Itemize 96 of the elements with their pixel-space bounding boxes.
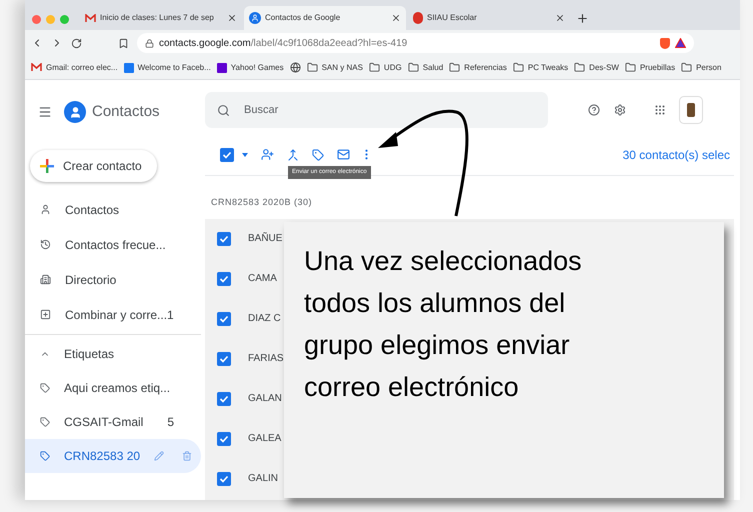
bookmark-link[interactable]: Salud — [422, 62, 444, 74]
help-icon[interactable] — [588, 104, 600, 116]
nav-item[interactable]: Contactos frecue... — [25, 227, 205, 262]
bookmark-link[interactable]: Yahoo! Games — [230, 62, 284, 74]
url-text: contacts.google.com/label/4c9f1068da2eead?hl=es-419 — [159, 36, 408, 50]
bookmark-link[interactable]: SAN y NAS — [322, 62, 363, 74]
label-icon — [40, 451, 50, 461]
reload-icon[interactable] — [71, 38, 82, 48]
bookmark-link[interactable]: Person — [696, 62, 722, 74]
label-count: 5 — [167, 414, 174, 431]
bookmark-link[interactable]: Gmail: correo elec... — [46, 62, 118, 74]
history-icon — [40, 239, 51, 250]
browser-tab[interactable]: SIIAU Escolar — [408, 6, 570, 30]
folder-icon — [574, 62, 586, 73]
create-contact-button[interactable]: Crear contacto — [30, 150, 157, 182]
check-icon — [219, 314, 229, 324]
folder-icon — [408, 62, 419, 73]
folder-icon — [681, 62, 692, 73]
checkbox[interactable] — [217, 352, 231, 366]
square-logo-icon — [124, 62, 134, 72]
label-icon — [40, 417, 50, 427]
check-icon — [219, 274, 229, 284]
contact-name: GALIN — [248, 472, 278, 486]
triangle-icon[interactable] — [675, 38, 686, 48]
new-tab-icon[interactable] — [576, 12, 589, 25]
bookmark-link[interactable]: Referencias — [464, 62, 507, 74]
app-title: Contactos — [92, 102, 160, 122]
globe-icon[interactable] — [290, 62, 301, 73]
checkbox[interactable] — [217, 272, 231, 286]
check-icon — [219, 394, 229, 404]
bookmark-link[interactable]: PC Tweaks — [528, 62, 568, 74]
close-icon[interactable] — [227, 13, 237, 23]
label-item[interactable]: Aqui creamos etiq... — [25, 371, 201, 405]
checkbox[interactable] — [217, 392, 231, 406]
lock-icon — [145, 38, 154, 48]
checkbox[interactable] — [217, 432, 231, 446]
add-person-icon[interactable] — [261, 148, 274, 161]
search-icon — [217, 104, 230, 116]
label-icon — [40, 383, 50, 393]
tab-title: Contactos de Google — [265, 12, 342, 24]
plus-icon — [40, 159, 54, 173]
close-icon[interactable] — [391, 13, 401, 23]
contact-name: GALEA — [248, 432, 282, 446]
group-title: CRN82583 2020B (30) — [211, 196, 312, 209]
app-logo-icon — [64, 101, 86, 123]
contact-name: FARIAS — [248, 352, 284, 366]
bookmark-link[interactable]: UDG — [384, 62, 402, 74]
folder-icon — [624, 62, 636, 73]
bookmark-link[interactable]: Pruebillas — [640, 62, 676, 74]
mail-logo-icon — [85, 14, 96, 22]
tab-title: SIIAU Escolar — [427, 12, 478, 24]
close-icon[interactable] — [555, 13, 565, 23]
contact-name: DIAZ C — [248, 312, 281, 326]
bookmark-icon[interactable] — [118, 38, 129, 48]
account-logo-icon[interactable] — [679, 96, 703, 124]
check-icon — [219, 234, 229, 244]
check-icon — [222, 150, 232, 160]
labels-section-header[interactable]: Etiquetas — [25, 337, 205, 371]
tab-title: Inicio de clases: Lunes 7 de sep — [100, 12, 215, 24]
bookmark-link[interactable]: Des-SW — [589, 62, 619, 74]
checkbox[interactable] — [217, 232, 231, 246]
bookmark-link[interactable]: Welcome to Faceb... — [138, 62, 211, 74]
settings-icon[interactable] — [614, 104, 626, 116]
person-icon — [40, 204, 51, 215]
dropdown-caret-icon[interactable] — [242, 152, 248, 156]
label-item[interactable]: CGSAIT-Gmail 5 — [25, 405, 201, 439]
contact-name: BAÑUE — [248, 231, 282, 246]
square-logo-icon — [216, 62, 227, 72]
search-field[interactable]: Buscar — [205, 92, 548, 128]
check-icon — [219, 354, 229, 364]
contact-name: CAMA — [248, 272, 277, 286]
checkbox[interactable] — [217, 472, 231, 486]
building-icon — [40, 274, 51, 285]
folder-icon — [368, 62, 380, 73]
label-icon[interactable] — [312, 148, 324, 160]
folder-icon — [512, 62, 524, 73]
menu-icon[interactable] — [38, 105, 52, 119]
mail-logo-icon — [31, 63, 42, 72]
folder-icon — [449, 62, 460, 73]
contact-name: GALAN — [248, 392, 282, 406]
check-icon — [219, 434, 229, 444]
select-all-checkbox[interactable] — [220, 148, 234, 162]
apps-grid-icon[interactable] — [654, 104, 666, 116]
checkbox[interactable] — [217, 312, 231, 326]
nav-item[interactable]: Combinar y corre...1 — [25, 297, 205, 332]
check-icon — [219, 474, 229, 484]
person-logo-icon — [249, 12, 261, 24]
nav-item[interactable]: Contactos — [25, 192, 205, 227]
selection-count: 30 contacto(s) selec — [622, 146, 730, 164]
browser-tab[interactable]: Inicio de clases: Lunes 7 de sep — [80, 6, 242, 30]
folder-icon — [306, 62, 318, 73]
mail-icon[interactable] — [337, 148, 350, 161]
browser-tab[interactable]: Contactos de Google — [244, 6, 406, 30]
callout-text: Una vez seleccionados todos los alumnos del grupo elegimos enviar correo electrónico — [304, 245, 583, 404]
nav-item[interactable]: Directorio — [25, 262, 205, 297]
address-field[interactable]: contacts.google.com/label/4c9f1068da2eead?hl=es-419 — [137, 33, 694, 53]
